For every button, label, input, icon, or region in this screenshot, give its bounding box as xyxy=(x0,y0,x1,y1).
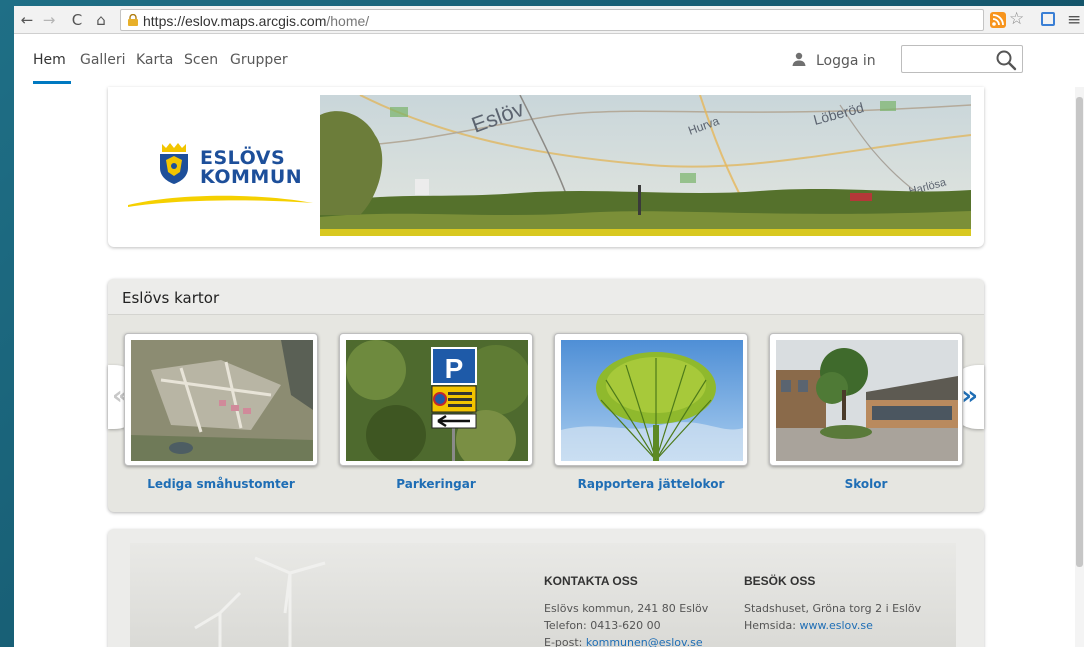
back-icon[interactable]: ← xyxy=(18,11,36,29)
contact-email-prefix: E-post: xyxy=(544,636,586,647)
gallery-card-label-tomter[interactable]: Lediga småhustomter xyxy=(124,477,318,491)
header-banner: ESLÖVS KOMMUN Eslöv Löberöd Hurva Harlös… xyxy=(108,87,984,247)
visit-web-link[interactable]: www.eslov.se xyxy=(799,619,872,632)
extension-icon[interactable] xyxy=(1041,12,1055,26)
gallery-header: Eslövs kartor xyxy=(108,279,984,315)
browser-toolbar: ← → C ⌂ https://eslov.maps.arcgis.com/ho… xyxy=(14,6,1084,34)
home-icon[interactable]: ⌂ xyxy=(92,11,110,29)
url-path: /home/ xyxy=(326,13,370,29)
forward-icon[interactable]: → xyxy=(40,11,58,29)
thumbnail-school xyxy=(776,340,958,461)
nav-item-galleri[interactable]: Galleri xyxy=(80,52,125,68)
wind-turbine-watermark xyxy=(194,556,326,647)
gallery-title: Eslövs kartor xyxy=(122,289,220,307)
gallery-card-jattelokor[interactable] xyxy=(554,333,748,466)
municipality-crest-icon xyxy=(160,143,188,184)
contact-email-link[interactable]: kommunen@eslov.se xyxy=(586,636,703,647)
contact-address: Eslövs kommun, 241 80 Eslöv xyxy=(544,602,709,615)
nav-item-scen[interactable]: Scen xyxy=(184,52,218,68)
visit-heading: BESÖK OSS xyxy=(744,574,816,588)
footer-contact-panel: KONTAKTA OSS Eslövs kommun, 241 80 Eslöv… xyxy=(130,543,956,647)
user-icon xyxy=(792,52,806,66)
search-icon[interactable] xyxy=(995,49,1017,71)
parking-sign-letter: P xyxy=(445,353,464,384)
nav-item-hem[interactable]: Hem xyxy=(33,52,66,68)
contact-email-line: E-post: kommunen@eslov.se xyxy=(544,636,703,647)
visit-web-line: Hemsida: www.eslov.se xyxy=(744,619,873,632)
contact-heading: KONTAKTA OSS xyxy=(544,574,638,588)
nav-item-grupper[interactable]: Grupper xyxy=(230,52,288,68)
gallery-card-label-parkeringar[interactable]: Parkeringar xyxy=(339,477,533,491)
gallery-card-tomter[interactable] xyxy=(124,333,318,466)
gallery-card-label-skolor[interactable]: Skolor xyxy=(769,477,963,491)
bookmark-star-icon[interactable]: ☆ xyxy=(1009,9,1024,29)
gallery-card-label-jattelokor[interactable]: Rapportera jättelokor xyxy=(554,477,748,491)
contact-phone: Telefon: 0413-620 00 xyxy=(544,619,661,632)
chevron-right-icon: » xyxy=(961,381,978,411)
banner-map-photo: Eslöv Löberöd Hurva Harlösa xyxy=(320,95,971,236)
site-nav: Hem Galleri Karta Scen Grupper Logga in xyxy=(14,35,1084,87)
nav-item-karta[interactable]: Karta xyxy=(136,52,173,68)
url-text: https://eslov.maps.arcgis.com/home/ xyxy=(143,13,369,29)
visit-web-prefix: Hemsida: xyxy=(744,619,800,632)
logo-text: ESLÖVS KOMMUN xyxy=(200,149,302,187)
lock-icon xyxy=(128,14,138,26)
login-link[interactable]: Logga in xyxy=(816,53,876,69)
browser-window: ← → C ⌂ https://eslov.maps.arcgis.com/ho… xyxy=(14,6,1084,647)
logo-line-2: KOMMUN xyxy=(200,166,303,188)
rss-icon[interactable] xyxy=(990,12,1006,28)
gallery-card-skolor[interactable] xyxy=(769,333,963,466)
logo-swoosh xyxy=(128,195,313,207)
url-host: https://eslov.maps.arcgis.com xyxy=(143,13,327,29)
active-tab-indicator xyxy=(33,81,71,84)
footer: KONTAKTA OSS Eslövs kommun, 241 80 Eslöv… xyxy=(108,529,984,647)
reload-icon[interactable]: C xyxy=(68,11,86,29)
address-bar[interactable]: https://eslov.maps.arcgis.com/home/ xyxy=(120,9,984,31)
maps-gallery: Eslövs kartor « » Lediga småhustomter P … xyxy=(108,279,984,512)
page-scrollbar[interactable] xyxy=(1075,87,1084,647)
thumbnail-parking-sign: P xyxy=(346,340,528,461)
banner-landscape-image: Eslöv Löberöd Hurva Harlösa xyxy=(320,95,971,236)
gallery-card-parkeringar[interactable]: P xyxy=(339,333,533,466)
thumbnail-giant-hogweed xyxy=(561,340,743,461)
search-input[interactable] xyxy=(901,45,1023,73)
menu-icon[interactable]: ≡ xyxy=(1067,10,1081,30)
thumbnail-aerial xyxy=(131,340,313,461)
visit-address: Stadshuset, Gröna torg 2 i Eslöv xyxy=(744,602,922,615)
scrollbar-thumb[interactable] xyxy=(1076,97,1083,567)
